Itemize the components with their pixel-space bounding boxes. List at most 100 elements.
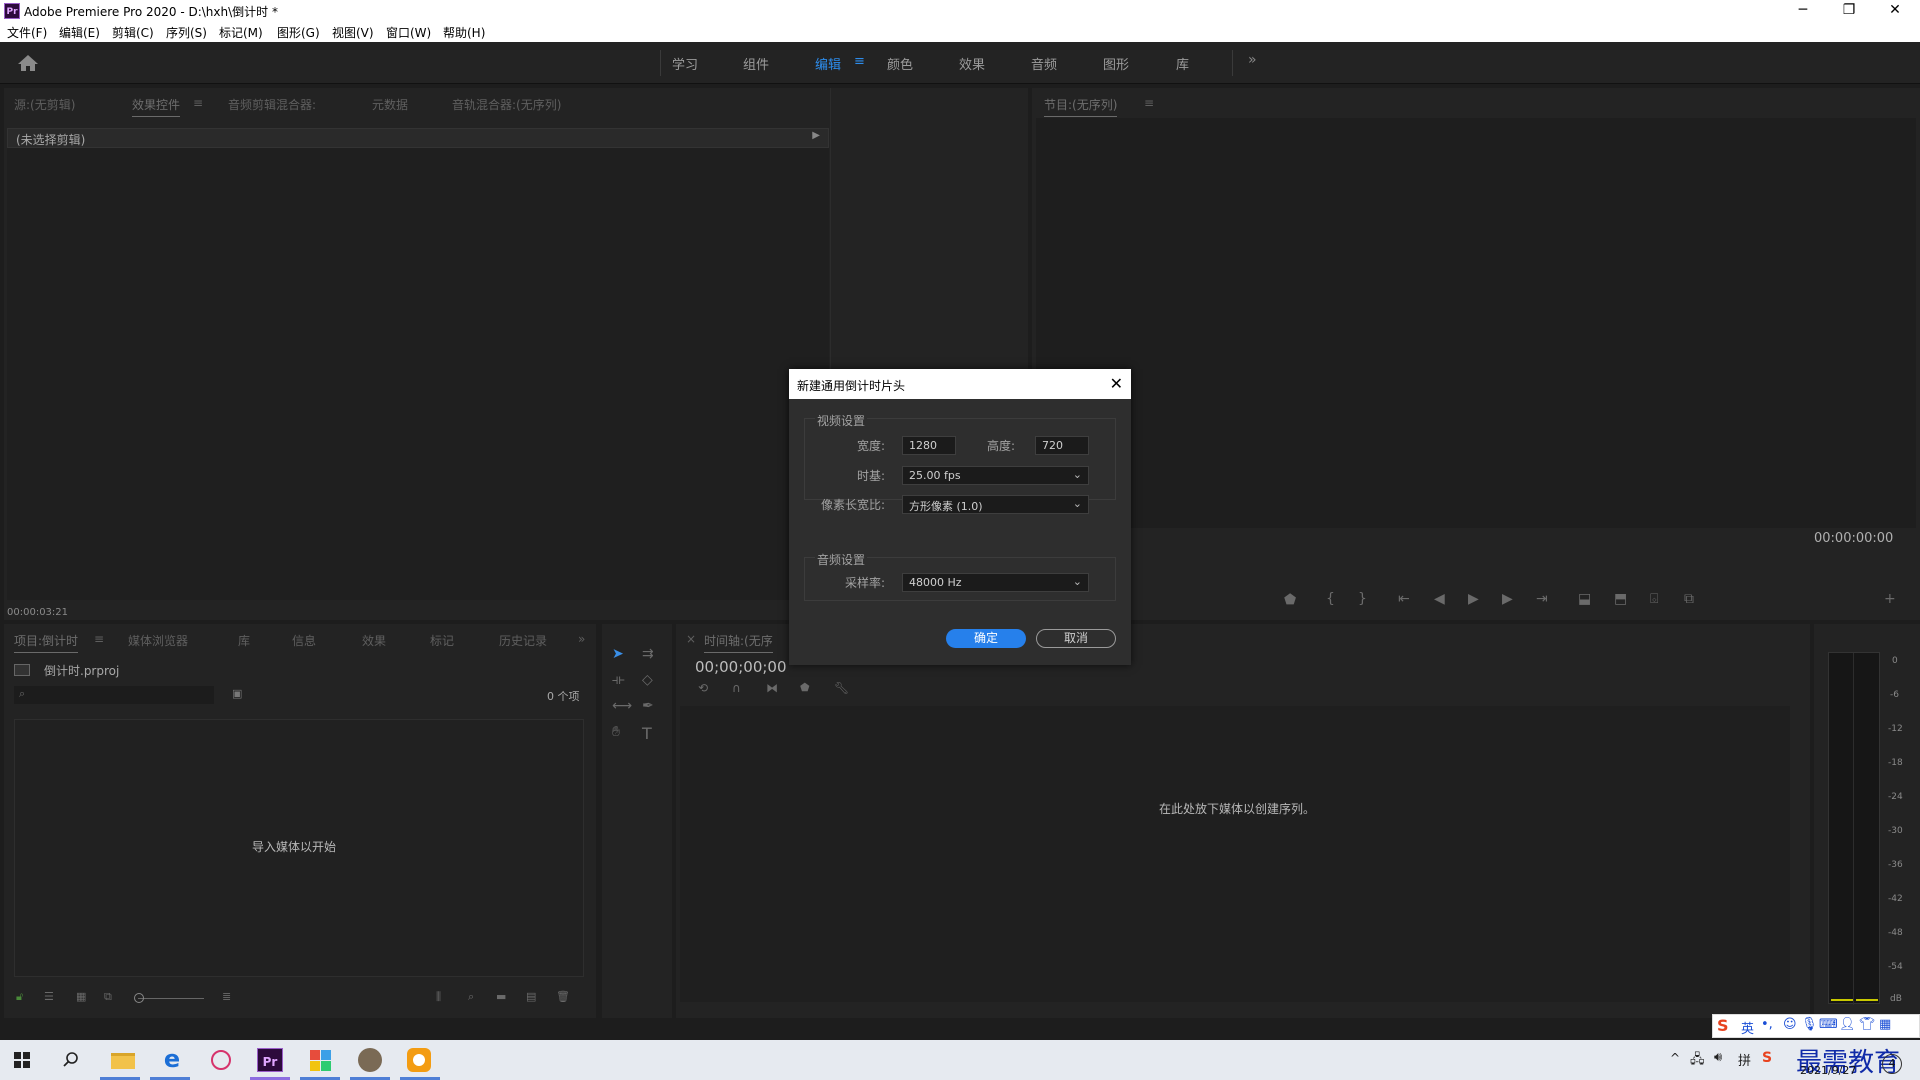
tab-timeline[interactable]: 时间轴:(无序 — [704, 632, 773, 653]
sogou-tray-icon[interactable]: S — [1762, 1050, 1772, 1066]
go-to-out-icon[interactable]: ⇥ — [1536, 591, 1548, 607]
workspace-audio[interactable]: 音频 — [1031, 54, 1057, 73]
menu-marker[interactable]: 标记(M) — [219, 24, 263, 41]
menu-sequence[interactable]: 序列(S) — [166, 24, 207, 41]
workspace-effects[interactable]: 效果 — [959, 54, 985, 73]
project-search-input[interactable]: ⌕ — [14, 686, 214, 704]
icon-view-icon[interactable]: ▦ — [76, 990, 86, 1003]
effect-controls-menu-icon[interactable]: ≡ — [193, 96, 203, 110]
hand-tool-icon[interactable]: ✋︎ — [612, 724, 620, 740]
workspace-graphics[interactable]: 图形 — [1103, 54, 1129, 73]
linked-selection-icon[interactable]: ⧓ — [766, 681, 778, 695]
tab-libraries[interactable]: 库 — [238, 632, 250, 649]
step-back-icon[interactable]: ◀ — [1434, 591, 1445, 607]
slip-tool-icon[interactable]: ⟷ — [612, 698, 632, 714]
sample-rate-select[interactable]: 48000 Hz ⌄ — [902, 573, 1089, 592]
timeline-close-icon[interactable]: × — [686, 632, 696, 646]
workspace-more-icon[interactable]: » — [1248, 52, 1257, 68]
menu-edit[interactable]: 编辑(E) — [59, 24, 100, 41]
snap-icon[interactable]: ∩ — [732, 681, 741, 695]
tab-source[interactable]: 源:(无剪辑) — [14, 96, 75, 113]
new-item-icon[interactable]: ▤ — [526, 990, 536, 1003]
minimize-button[interactable]: ─ — [1780, 0, 1826, 22]
menu-clip[interactable]: 剪辑(C) — [112, 24, 154, 41]
tab-metadata[interactable]: 元数据 — [372, 96, 408, 113]
clear-icon[interactable]: 🗑︎ — [556, 990, 570, 1003]
file-explorer-icon[interactable] — [108, 1046, 138, 1074]
microphone-icon[interactable]: 🎙︎ — [1801, 1017, 1818, 1032]
toolbox-icon[interactable]: ▦ — [1879, 1017, 1891, 1032]
automate-to-sequence-icon[interactable]: ⫼ — [436, 990, 441, 1004]
search-icon[interactable] — [62, 1051, 80, 1069]
zoom-slider[interactable] — [138, 998, 204, 999]
ime-indicator-icon[interactable]: 拼 — [1738, 1050, 1751, 1069]
new-search-bin-icon[interactable]: ▣ — [232, 687, 242, 700]
menu-graphics[interactable]: 图形(G) — [277, 24, 320, 41]
zoom-slider-handle[interactable] — [134, 993, 144, 1003]
ime-mode[interactable]: 英 — [1741, 1018, 1754, 1037]
pixel-aspect-ratio-select[interactable]: 方形像素 (1.0) ⌄ — [902, 495, 1089, 514]
tab-markers[interactable]: 标记 — [430, 632, 454, 649]
menu-help[interactable]: 帮助(H) — [443, 24, 485, 41]
tab-effects[interactable]: 效果 — [362, 632, 386, 649]
add-marker-timeline-icon[interactable]: ⬟ — [800, 681, 810, 694]
dialog-close-icon[interactable]: ✕ — [1110, 374, 1123, 393]
menu-file[interactable]: 文件(F) — [7, 24, 47, 41]
user-icon[interactable]: 👤︎ — [1839, 1017, 1856, 1032]
step-forward-icon[interactable]: ▶ — [1502, 591, 1513, 607]
ok-button[interactable]: 确定 — [946, 629, 1026, 648]
app-icon[interactable] — [405, 1046, 435, 1074]
cancel-button[interactable]: 取消 — [1036, 629, 1116, 648]
height-field[interactable]: 720 — [1035, 436, 1089, 455]
selection-tool-icon[interactable]: ➤ — [612, 646, 624, 662]
write-protect-icon[interactable]: 🔓︎ — [16, 990, 23, 1004]
go-to-in-icon[interactable]: ⇤ — [1398, 591, 1410, 607]
new-bin-icon[interactable]: ▬ — [496, 990, 506, 1003]
app-icon[interactable] — [307, 1046, 337, 1074]
nest-icon[interactable]: ⟲ — [698, 681, 708, 695]
project-content-area[interactable]: 导入媒体以开始 — [14, 719, 584, 977]
premiere-taskbar-icon[interactable]: Pr — [257, 1048, 283, 1072]
add-marker-icon[interactable]: ⬟ — [1284, 592, 1296, 608]
chevron-up-icon[interactable]: ^ — [1670, 1051, 1680, 1065]
edge-browser-icon[interactable]: e — [157, 1046, 187, 1074]
pen-tool-icon[interactable]: ✒ — [642, 698, 654, 714]
windows-start-icon[interactable] — [14, 1052, 30, 1068]
skin-icon[interactable]: 👕︎ — [1859, 1017, 1876, 1032]
list-view-icon[interactable]: ☰ — [44, 990, 54, 1003]
workspace-learning[interactable]: 学习 — [672, 54, 698, 73]
tab-audio-clip-mixer[interactable]: 音频剪辑混合器: — [228, 96, 316, 113]
tab-effect-controls[interactable]: 效果控件 — [132, 96, 181, 117]
emoji-icon[interactable]: ☺ — [1783, 1017, 1797, 1032]
home-icon[interactable] — [16, 53, 40, 73]
ripple-edit-tool-icon[interactable]: ⟛ — [612, 672, 625, 688]
workspace-libraries[interactable]: 库 — [1176, 54, 1189, 73]
network-icon[interactable]: 🖧︎ — [1690, 1050, 1705, 1072]
app-icon[interactable] — [207, 1046, 237, 1074]
menu-view[interactable]: 视图(V) — [332, 24, 374, 41]
tab-info[interactable]: 信息 — [292, 632, 316, 649]
workspace-menu-icon[interactable]: ≡ — [854, 54, 865, 69]
razor-tool-icon[interactable]: ◇ — [642, 672, 653, 688]
workspace-assembly[interactable]: 组件 — [743, 54, 769, 73]
mark-in-icon[interactable]: { — [1326, 591, 1335, 607]
keyboard-icon[interactable]: ⌨ — [1819, 1017, 1838, 1032]
lift-icon[interactable]: ⬓ — [1578, 591, 1591, 607]
menu-window[interactable]: 窗口(W) — [386, 24, 431, 41]
expand-arrow-icon[interactable]: ▶ — [812, 130, 820, 141]
wrench-icon[interactable]: 🔧︎ — [834, 681, 849, 695]
workspace-color[interactable]: 颜色 — [887, 54, 913, 73]
find-icon[interactable]: ⌕ — [468, 990, 474, 1004]
timeline-track-area[interactable]: 在此处放下媒体以创建序列。 — [680, 706, 1790, 1002]
width-field[interactable]: 1280 — [902, 436, 956, 455]
play-icon[interactable]: ▶ — [1468, 591, 1479, 607]
program-menu-icon[interactable]: ≡ — [1144, 96, 1154, 110]
tab-program[interactable]: 节目:(无序列) — [1044, 96, 1118, 117]
tab-history[interactable]: 历史记录 — [499, 632, 547, 649]
app-icon[interactable] — [356, 1046, 386, 1074]
punctuation-icon[interactable]: •, — [1761, 1017, 1773, 1032]
project-menu-icon[interactable]: ≡ — [94, 632, 104, 646]
type-tool-icon[interactable]: T — [642, 724, 652, 743]
clock-date[interactable]: 2021/9/27 — [1800, 1064, 1856, 1077]
extract-icon[interactable]: ⬒ — [1614, 591, 1627, 607]
